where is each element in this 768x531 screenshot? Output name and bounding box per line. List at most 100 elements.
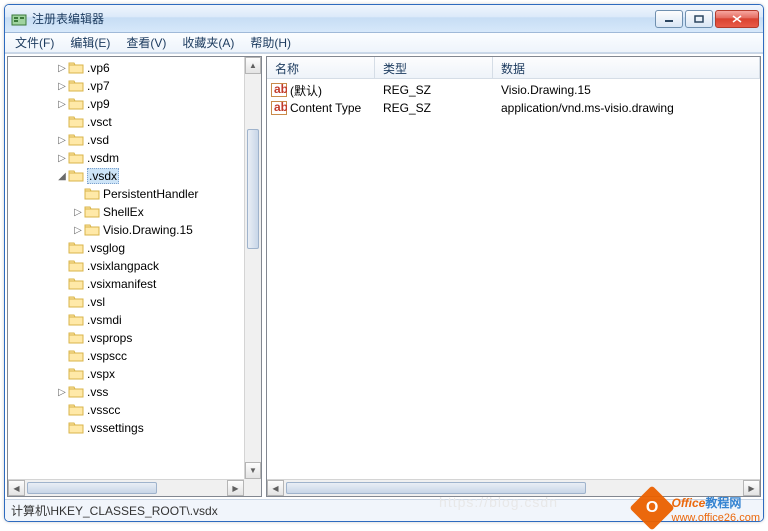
column-type[interactable]: 类型 bbox=[375, 57, 493, 78]
expand-toggle[interactable]: ▷ bbox=[56, 135, 68, 146]
titlebar[interactable]: 注册表编辑器 bbox=[5, 5, 763, 33]
expand-toggle[interactable]: ▷ bbox=[72, 225, 84, 236]
tree-horizontal-scrollbar[interactable]: ◀ ▶ bbox=[8, 479, 244, 496]
menubar: 文件(F) 编辑(E) 查看(V) 收藏夹(A) 帮助(H) bbox=[5, 33, 763, 53]
menu-favorites[interactable]: 收藏夹(A) bbox=[174, 32, 242, 53]
tree-item-label: .vp7 bbox=[87, 79, 110, 93]
folder-icon bbox=[68, 115, 84, 129]
tree-item-label: .vspscc bbox=[87, 349, 127, 363]
tree-item-label: .vp9 bbox=[87, 97, 110, 111]
tree-vertical-scrollbar[interactable]: ▲ ▼ bbox=[244, 57, 261, 479]
tree-item[interactable]: .vsprops bbox=[8, 329, 261, 347]
tree-item-label: .vsl bbox=[87, 295, 105, 309]
tree-item[interactable]: .vsct bbox=[8, 113, 261, 131]
expand-toggle[interactable]: ▷ bbox=[56, 99, 68, 110]
values-pane: 名称 类型 数据 ab(默认)REG_SZVisio.Drawing.15abC… bbox=[266, 56, 761, 497]
tree-item[interactable]: .vspscc bbox=[8, 347, 261, 365]
expand-toggle[interactable]: ◢ bbox=[56, 171, 68, 182]
menu-file[interactable]: 文件(F) bbox=[7, 32, 62, 53]
content-area: ▷.vp6▷.vp7▷.vp9.vsct▷.vsd▷.vsdm◢.vsdxPer… bbox=[5, 53, 763, 499]
value-data: Visio.Drawing.15 bbox=[493, 83, 760, 97]
tree-item[interactable]: .vsglog bbox=[8, 239, 261, 257]
folder-icon bbox=[68, 295, 84, 309]
tree-item[interactable]: ▷ShellEx bbox=[8, 203, 261, 221]
scroll-up-button[interactable]: ▲ bbox=[245, 57, 261, 74]
folder-icon bbox=[68, 403, 84, 417]
folder-icon bbox=[84, 223, 100, 237]
list-row[interactable]: abContent Type REG_SZapplication/vnd.ms-v… bbox=[267, 99, 760, 117]
value-type: REG_SZ bbox=[375, 83, 493, 97]
scroll-left-button[interactable]: ◀ bbox=[267, 480, 284, 496]
tree-item-label: .vsd bbox=[87, 133, 109, 147]
value-data: application/vnd.ms-visio.drawing bbox=[493, 101, 760, 115]
string-value-icon: ab bbox=[271, 101, 287, 115]
close-button[interactable] bbox=[715, 10, 759, 28]
column-data[interactable]: 数据 bbox=[493, 57, 760, 78]
registry-editor-window: 注册表编辑器 文件(F) 编辑(E) 查看(V) 收藏夹(A) 帮助(H) ▷.… bbox=[4, 4, 764, 522]
tree-item[interactable]: ▷Visio.Drawing.15 bbox=[8, 221, 261, 239]
folder-icon bbox=[68, 421, 84, 435]
close-icon bbox=[732, 15, 742, 23]
expand-toggle[interactable]: ▷ bbox=[56, 387, 68, 398]
list-header: 名称 类型 数据 bbox=[267, 57, 760, 79]
scroll-right-button[interactable]: ▶ bbox=[743, 480, 760, 496]
menu-help[interactable]: 帮助(H) bbox=[242, 32, 299, 53]
minimize-button[interactable] bbox=[655, 10, 683, 28]
menu-edit[interactable]: 编辑(E) bbox=[62, 32, 118, 53]
scroll-down-button[interactable]: ▼ bbox=[245, 462, 261, 479]
tree-item[interactable]: ▷ .vsdm bbox=[8, 149, 261, 167]
tree-item[interactable]: .vsl bbox=[8, 293, 261, 311]
expand-toggle[interactable]: ▷ bbox=[56, 81, 68, 92]
value-name: Content Type bbox=[290, 101, 361, 115]
scroll-thumb-h[interactable] bbox=[286, 482, 586, 494]
scroll-right-button[interactable]: ▶ bbox=[227, 480, 244, 496]
scroll-thumb[interactable] bbox=[247, 129, 259, 249]
value-type: REG_SZ bbox=[375, 101, 493, 115]
tree-item[interactable]: .vsixmanifest bbox=[8, 275, 261, 293]
folder-icon bbox=[84, 187, 100, 201]
window-title: 注册表编辑器 bbox=[32, 10, 653, 27]
expand-toggle[interactable]: ▷ bbox=[72, 207, 84, 218]
list-horizontal-scrollbar[interactable]: ◀ ▶ bbox=[267, 479, 760, 496]
tree-item-label: .vsdm bbox=[87, 151, 119, 165]
tree-item[interactable]: .vspx bbox=[8, 365, 261, 383]
tree-item[interactable]: PersistentHandler bbox=[8, 185, 261, 203]
folder-icon bbox=[68, 169, 84, 183]
scroll-left-button[interactable]: ◀ bbox=[8, 480, 25, 496]
tree-item[interactable]: ▷ .vp7 bbox=[8, 77, 261, 95]
list-row[interactable]: ab(默认)REG_SZVisio.Drawing.15 bbox=[267, 81, 760, 99]
tree-item-label: .vsdx bbox=[87, 168, 119, 184]
tree-item-label: .vspx bbox=[87, 367, 115, 381]
scroll-thumb-h[interactable] bbox=[27, 482, 157, 494]
tree-item[interactable]: ▷ .vp9 bbox=[8, 95, 261, 113]
expand-toggle[interactable]: ▷ bbox=[56, 153, 68, 164]
folder-icon bbox=[68, 133, 84, 147]
folder-icon bbox=[68, 151, 84, 165]
scroll-corner bbox=[244, 479, 261, 496]
maximize-button[interactable] bbox=[685, 10, 713, 28]
maximize-icon bbox=[694, 15, 704, 23]
list-view[interactable]: ab(默认)REG_SZVisio.Drawing.15abContent Ty… bbox=[267, 79, 760, 117]
menu-view[interactable]: 查看(V) bbox=[118, 32, 174, 53]
tree-item[interactable]: ▷.vss bbox=[8, 383, 261, 401]
tree-item-label: .vssettings bbox=[87, 421, 144, 435]
regedit-icon bbox=[11, 11, 27, 27]
folder-icon bbox=[68, 79, 84, 93]
string-value-icon: ab bbox=[271, 83, 287, 97]
tree-pane: ▷.vp6▷.vp7▷.vp9.vsct▷.vsd▷.vsdm◢.vsdxPer… bbox=[7, 56, 262, 497]
tree-view[interactable]: ▷.vp6▷.vp7▷.vp9.vsct▷.vsd▷.vsdm◢.vsdxPer… bbox=[8, 57, 261, 496]
tree-item[interactable]: ◢ .vsdx bbox=[8, 167, 261, 185]
tree-item[interactable]: .vssettings bbox=[8, 419, 261, 437]
tree-item[interactable]: ▷.vp6 bbox=[8, 59, 261, 77]
tree-item[interactable]: .vsscc bbox=[8, 401, 261, 419]
tree-item-label: .vsmdi bbox=[87, 313, 122, 327]
svg-text:ab: ab bbox=[274, 101, 287, 114]
tree-item[interactable]: .vsixlangpack bbox=[8, 257, 261, 275]
column-name[interactable]: 名称 bbox=[267, 57, 375, 78]
tree-item[interactable]: .vsmdi bbox=[8, 311, 261, 329]
svg-text:ab: ab bbox=[274, 83, 287, 96]
tree-item-label: .vsct bbox=[87, 115, 112, 129]
expand-toggle[interactable]: ▷ bbox=[56, 63, 68, 74]
scroll-track[interactable] bbox=[245, 74, 261, 462]
tree-item[interactable]: ▷ .vsd bbox=[8, 131, 261, 149]
